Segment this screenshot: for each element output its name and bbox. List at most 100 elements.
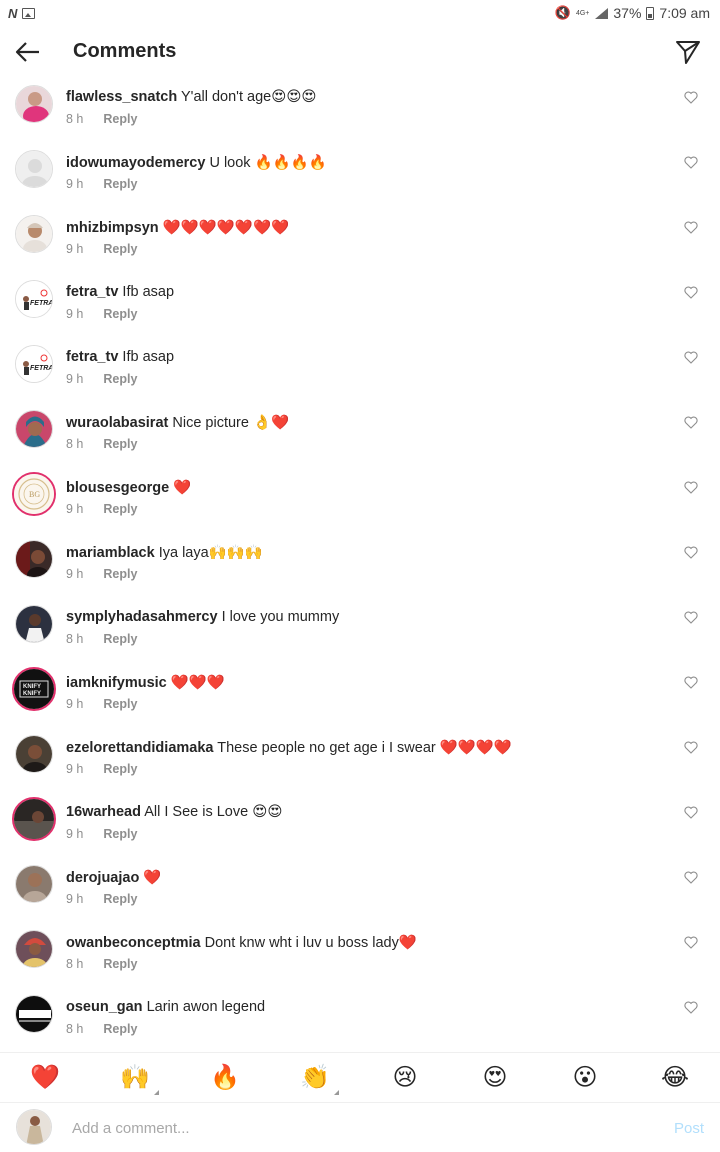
back-arrow-icon[interactable] <box>12 36 44 68</box>
avatar[interactable] <box>15 735 53 773</box>
emoji-clap-button[interactable]: 👏 <box>295 1063 339 1095</box>
comment-username[interactable]: flawless_snatch <box>66 89 177 105</box>
heart-icon[interactable] <box>684 156 698 169</box>
comment-username[interactable]: iamknifymusic <box>66 675 167 691</box>
avatar[interactable]: FETRA <box>15 280 53 318</box>
avatar[interactable] <box>15 540 53 578</box>
comment-username[interactable]: wuraolabasirat <box>66 415 168 431</box>
comment-username[interactable]: symplyhadasahmercy <box>66 609 218 625</box>
comment-username[interactable]: mhizbimpsyn <box>66 220 159 236</box>
reply-button[interactable]: Reply <box>103 1022 137 1036</box>
reply-button[interactable]: Reply <box>103 632 137 646</box>
reply-button[interactable]: Reply <box>103 762 137 776</box>
reply-button[interactable]: Reply <box>103 177 137 191</box>
svg-text:KNIFY: KNIFY <box>23 684 41 690</box>
header: Comments <box>0 26 720 80</box>
heart-icon[interactable] <box>684 221 698 234</box>
emoji-clap-glyph: 👏 <box>300 1063 330 1091</box>
emoji-heart-button[interactable]: ❤️ <box>25 1063 65 1093</box>
comment-item: flawless_snatch Y'all don't age😍😍😍 8 h Re… <box>0 85 720 150</box>
reply-button[interactable]: Reply <box>103 502 137 516</box>
comment-username[interactable]: blousesgeorge <box>66 480 169 496</box>
avatar[interactable]: BG <box>12 472 56 516</box>
comment-text: Ifb asap <box>122 284 175 300</box>
avatar[interactable]: FETRA <box>15 345 53 383</box>
comment-time: 9 h <box>66 307 84 321</box>
reply-button[interactable]: Reply <box>103 437 137 451</box>
emoji-laughing-button[interactable]: 😂 <box>655 1063 695 1093</box>
heart-icon[interactable] <box>684 1001 698 1014</box>
heart-icon[interactable] <box>684 741 698 754</box>
heart-icon[interactable] <box>684 611 698 624</box>
n-notification-icon: N <box>8 5 17 21</box>
comment-username[interactable]: 16warhead <box>66 804 141 820</box>
heart-icon[interactable] <box>684 546 698 559</box>
heart-icon[interactable] <box>684 416 698 429</box>
heart-icon[interactable] <box>684 936 698 949</box>
clock: 7:09 am <box>659 5 710 21</box>
page-title: Comments <box>73 40 177 62</box>
comment-username[interactable]: ezelorettandidiamaka <box>66 740 213 756</box>
svg-text:FETRA: FETRA <box>30 365 53 372</box>
avatar[interactable] <box>15 215 53 253</box>
emoji-surprised-button[interactable]: 😮 <box>565 1063 605 1093</box>
avatar[interactable] <box>15 85 53 123</box>
heart-icon[interactable] <box>684 676 698 689</box>
avatar[interactable] <box>15 995 53 1033</box>
avatar[interactable] <box>15 410 53 448</box>
avatar[interactable] <box>15 605 53 643</box>
svg-text:BG: BG <box>29 490 40 499</box>
post-button[interactable]: Post <box>674 1120 704 1137</box>
comment-text: All I See is Love 😍😍 <box>144 804 283 820</box>
heart-icon[interactable] <box>684 806 698 819</box>
signal-icon <box>594 7 609 19</box>
reply-button[interactable]: Reply <box>103 697 137 711</box>
emoji-heart-eyes-button[interactable]: 😍 <box>475 1063 515 1093</box>
comment-username[interactable]: fetra_tv <box>66 284 118 300</box>
skin-tone-indicator-icon <box>334 1089 339 1095</box>
avatar[interactable]: KNIFY KNIFY <box>12 667 56 711</box>
reply-button[interactable]: Reply <box>103 827 137 841</box>
heart-icon[interactable] <box>684 91 698 104</box>
avatar[interactable] <box>12 797 56 841</box>
heart-icon[interactable] <box>684 351 698 364</box>
skin-tone-indicator-icon <box>154 1089 159 1095</box>
emoji-raised-hands-button[interactable]: 🙌 <box>115 1063 159 1095</box>
reply-button[interactable]: Reply <box>103 372 137 386</box>
comment-username[interactable]: idowumayodemercy <box>66 155 205 171</box>
avatar[interactable] <box>15 150 53 188</box>
network-type: 4G+ <box>575 9 590 17</box>
comment-item: wuraolabasirat Nice picture 👌❤️ 8 h Reply <box>0 410 720 475</box>
comment-time: 8 h <box>66 1022 84 1036</box>
comment-username[interactable]: derojuajao <box>66 870 139 886</box>
comment-text: ❤️❤️❤️❤️❤️❤️❤️ <box>162 220 290 236</box>
heart-icon[interactable] <box>684 286 698 299</box>
comment-time: 8 h <box>66 437 84 451</box>
emoji-crying-button[interactable]: 😢 <box>385 1063 425 1093</box>
reply-button[interactable]: Reply <box>103 307 137 321</box>
heart-icon[interactable] <box>684 871 698 884</box>
status-bar: N 🔇 4G+ 37% 7:09 am <box>0 0 720 26</box>
comment-username[interactable]: fetra_tv <box>66 349 118 365</box>
reply-button[interactable]: Reply <box>103 242 137 256</box>
comment-time: 8 h <box>66 112 84 126</box>
avatar[interactable] <box>15 865 53 903</box>
reply-button[interactable]: Reply <box>103 567 137 581</box>
emoji-fire-button[interactable]: 🔥 <box>205 1063 245 1093</box>
comment-item: FETRA fetra_tv Ifb asap 9 h Reply <box>0 280 720 345</box>
battery-percent: 37% <box>613 5 642 21</box>
heart-icon[interactable] <box>684 481 698 494</box>
share-icon[interactable] <box>674 38 702 66</box>
comment-username[interactable]: owanbeconceptmia <box>66 935 201 951</box>
avatar[interactable] <box>15 930 53 968</box>
comment-text: Nice picture 👌❤️ <box>172 415 290 431</box>
reply-button[interactable]: Reply <box>103 957 137 971</box>
comment-input[interactable] <box>72 1115 632 1141</box>
comment-username[interactable]: mariamblack <box>66 545 155 561</box>
comment-item: idowumayodemercy U look 🔥🔥🔥🔥 9 h Reply <box>0 150 720 215</box>
battery-icon <box>646 6 655 20</box>
comment-username[interactable]: oseun_gan <box>66 999 143 1015</box>
comment-item: ezelorettandidiamaka These people no get… <box>0 735 720 800</box>
reply-button[interactable]: Reply <box>103 892 137 906</box>
reply-button[interactable]: Reply <box>103 112 137 126</box>
